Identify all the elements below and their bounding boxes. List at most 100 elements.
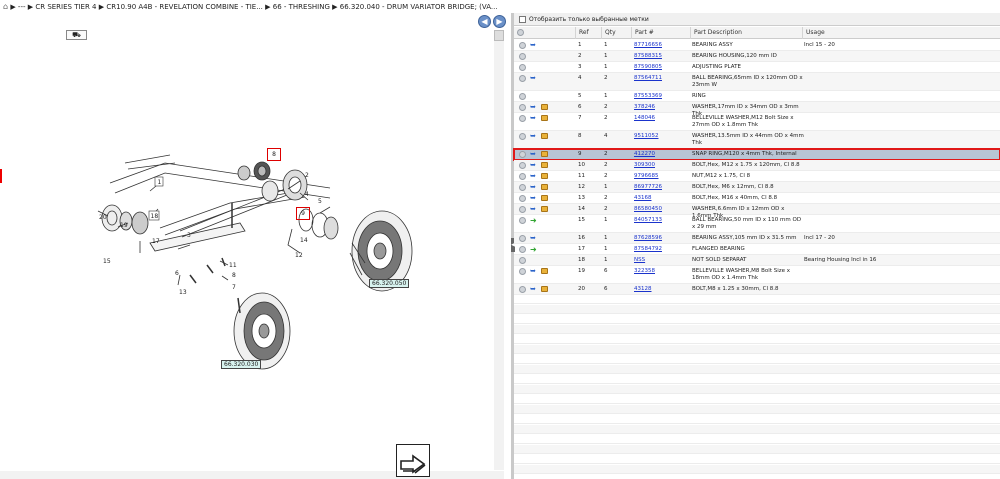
select-row-icon[interactable] <box>519 64 526 71</box>
select-row-icon[interactable] <box>519 115 526 122</box>
part-number-link[interactable]: 148046 <box>634 115 655 122</box>
table-row[interactable]: ➥ 4 2 87564711 BALL BEARING,65mm ID x 120mm … <box>514 73 1000 91</box>
select-row-icon[interactable] <box>519 268 526 275</box>
table-row[interactable]: ➥ 16 1 87628596 BEARING ASSY,105 mm ID x 31.… <box>514 233 1000 244</box>
highlight-ref-marker[interactable]: 9 <box>296 207 310 220</box>
table-row[interactable]: 18 1 NSS NOT SOLD SEPARAT Bearing Housing In… <box>514 255 1000 266</box>
select-row-icon[interactable] <box>519 206 526 213</box>
package-icon[interactable] <box>541 133 548 139</box>
select-row-icon[interactable] <box>519 286 526 293</box>
info-arrow-icon[interactable]: ➥ <box>530 115 537 122</box>
part-number-link[interactable]: 9511052 <box>634 133 659 140</box>
table-row[interactable]: ➥ 10 2 309300 BOLT,Hex, M12 x 1.75 x 120mm, … <box>514 160 1000 171</box>
breadcrumb-item[interactable]: ▶ --- <box>10 3 25 11</box>
part-number-link[interactable]: 43168 <box>634 195 652 202</box>
info-arrow-icon[interactable]: ➥ <box>530 173 537 180</box>
select-row-icon[interactable] <box>519 246 526 253</box>
next-page-button[interactable] <box>396 444 430 477</box>
select-row-icon[interactable] <box>519 217 526 224</box>
part-number-link[interactable]: 87553369 <box>634 93 662 100</box>
home-icon[interactable]: ⌂ <box>3 2 8 11</box>
package-icon[interactable] <box>541 104 548 110</box>
part-number-link[interactable]: NSS <box>634 257 645 264</box>
info-arrow-icon[interactable]: ➥ <box>530 195 537 202</box>
info-arrow-icon[interactable]: ➥ <box>530 268 537 275</box>
select-row-icon[interactable] <box>519 93 526 100</box>
part-number-link[interactable]: 87584792 <box>634 246 662 253</box>
part-number-link[interactable]: 9796685 <box>634 173 659 180</box>
info-arrow-icon[interactable]: ➥ <box>530 162 537 169</box>
header-ref[interactable]: Ref <box>575 27 601 39</box>
table-row[interactable]: ➜ 17 1 87584792 FLANGED BEARING <box>514 244 1000 255</box>
package-icon[interactable] <box>541 173 548 179</box>
part-number-link[interactable]: 87590805 <box>634 64 662 71</box>
select-row-icon[interactable] <box>519 195 526 202</box>
table-row[interactable]: ➥ 20 6 43128 BOLT,M8 x 1.25 x 30mm, Cl 8.8 <box>514 284 1000 295</box>
table-row[interactable]: ➥ 19 6 322358 BELLEVILLE WASHER,M8 Bolt Size… <box>514 266 1000 284</box>
breadcrumb-item[interactable]: ▶ CR SERIES TIER 4 <box>28 3 97 11</box>
part-number-link[interactable]: 84057133 <box>634 217 662 224</box>
select-row-icon[interactable] <box>519 235 526 242</box>
forward-arrow-icon[interactable]: ▶ <box>493 15 506 28</box>
select-row-icon[interactable] <box>519 173 526 180</box>
scroll-thumb[interactable] <box>494 30 504 41</box>
info-arrow-icon[interactable]: ➥ <box>530 151 537 158</box>
table-row[interactable]: 2 1 87588315 BEARING HOUSING,120 mm ID <box>514 51 1000 62</box>
select-row-icon[interactable] <box>519 184 526 191</box>
part-number-link[interactable]: 87564711 <box>634 75 662 82</box>
header-qty[interactable]: Qty <box>601 27 631 39</box>
select-all-icon[interactable] <box>517 29 524 36</box>
select-row-icon[interactable] <box>519 53 526 60</box>
select-row-icon[interactable] <box>519 42 526 49</box>
select-row-icon[interactable] <box>519 133 526 140</box>
part-number-link[interactable]: 309300 <box>634 162 655 169</box>
part-number-link[interactable]: 87588315 <box>634 53 662 60</box>
sheet-callout[interactable]: 66.320.030 <box>221 360 262 369</box>
package-icon[interactable] <box>541 115 548 121</box>
part-number-link[interactable]: 87716656 <box>634 42 662 49</box>
header-usage[interactable]: Usage <box>802 27 1000 39</box>
package-icon[interactable] <box>541 286 548 292</box>
info-arrow-icon[interactable]: ➥ <box>530 206 537 213</box>
table-row[interactable]: ➥ 14 2 86580450 WASHER,6.6mm ID x 12mm OD x … <box>514 204 1000 219</box>
part-number-link[interactable]: 86580450 <box>634 206 662 213</box>
table-row[interactable]: ➥ 1 1 87716656 BEARING ASSY Incl 15 - 20 <box>514 40 1000 51</box>
header-part-number[interactable]: Part # <box>631 27 690 39</box>
info-arrow-icon[interactable]: ➥ <box>530 42 537 49</box>
breadcrumb-item[interactable]: ▶ 66.320.040 - DRUM VARIATOR BRIDGE; (VA… <box>332 3 497 11</box>
info-arrow-icon[interactable]: ➥ <box>530 235 537 242</box>
info-arrow-icon[interactable]: ➥ <box>530 133 537 140</box>
select-row-icon[interactable] <box>519 257 526 264</box>
package-icon[interactable] <box>541 206 548 212</box>
table-row[interactable]: ➥ 11 2 9796685 NUT,M12 x 1.75, Cl 8 <box>514 171 1000 182</box>
table-row[interactable]: 3 1 87590805 ADJUSTING PLATE <box>514 62 1000 73</box>
package-icon[interactable] <box>541 268 548 274</box>
table-row[interactable]: ➥ 7 2 148046 BELLEVILLE WASHER,M12 Bolt Size… <box>514 113 1000 131</box>
part-number-link[interactable]: 86977726 <box>634 184 662 191</box>
part-number-link[interactable]: 43128 <box>634 286 652 293</box>
info-arrow-icon[interactable]: ➥ <box>530 104 537 111</box>
green-arrow-icon[interactable]: ➜ <box>530 246 537 254</box>
select-row-icon[interactable] <box>519 104 526 111</box>
info-arrow-icon[interactable]: ➥ <box>530 286 537 293</box>
show-selected-checkbox[interactable] <box>519 16 526 23</box>
table-row[interactable]: ➥ 12 1 86977726 BOLT,Hex, M6 x 12mm, Cl 8.8 <box>514 182 1000 193</box>
breadcrumb-item[interactable]: ▶ CR10.90 A4B - REVELATION COMBINE - TIE… <box>99 3 263 11</box>
part-number-link[interactable]: 322358 <box>634 268 655 275</box>
table-row[interactable]: ➥ 6 2 378246 WASHER,17mm ID x 34mm OD x 3mm … <box>514 102 1000 117</box>
table-row[interactable]: ➥ 13 2 43168 BOLT,Hex, M16 x 40mm, Cl 8.8 <box>514 193 1000 204</box>
table-row[interactable]: ➥ 8 4 9511052 WASHER,13.5mm ID x 44mm OD x 4… <box>514 131 1000 149</box>
highlight-ref-marker[interactable]: 8 <box>267 148 281 161</box>
part-number-link[interactable]: 412270 <box>634 151 655 158</box>
info-arrow-icon[interactable]: ➥ <box>530 75 537 82</box>
green-arrow-icon[interactable]: ➜ <box>530 217 537 225</box>
breadcrumb-item[interactable]: ▶ 66 - THRESHING <box>265 3 330 11</box>
vertical-scrollbar[interactable] <box>494 30 504 470</box>
table-row[interactable]: ➥ 9 2 412270 SNAP RING,M120 x 4mm Thk, Inter… <box>513 148 1000 161</box>
sheet-callout[interactable]: 66.320.050 <box>369 279 410 288</box>
header-description[interactable]: Part Description <box>690 27 802 39</box>
package-icon[interactable] <box>541 184 548 190</box>
select-row-icon[interactable] <box>519 75 526 82</box>
package-icon[interactable] <box>541 195 548 201</box>
table-row[interactable]: 5 1 87553369 RING <box>514 91 1000 102</box>
